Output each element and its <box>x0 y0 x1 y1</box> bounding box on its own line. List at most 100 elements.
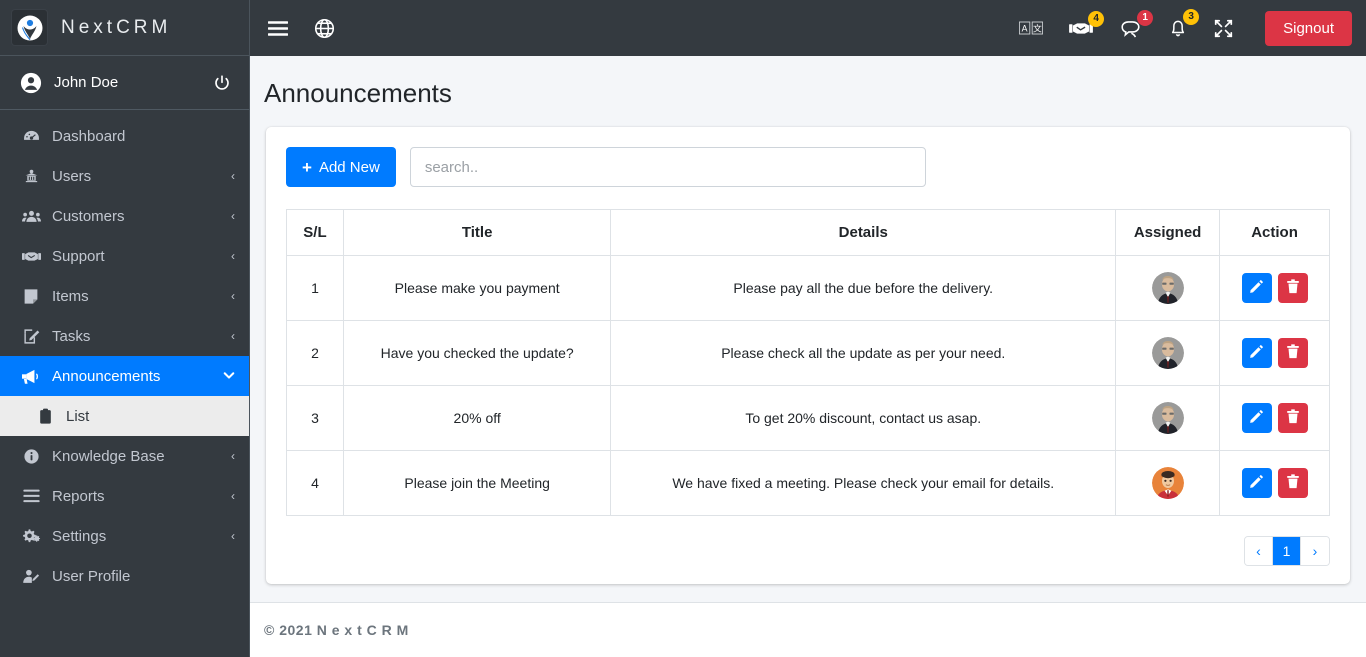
chevron-left-icon: ‹ <box>231 249 235 263</box>
sidebar-item-announcements[interactable]: Announcements <box>0 356 249 396</box>
sidebar-item-knowledge-base[interactable]: Knowledge Base ‹ <box>0 436 249 476</box>
svg-text:A: A <box>1022 23 1028 33</box>
avatar <box>1151 272 1184 304</box>
sidebar-item-user-profile[interactable]: User Profile <box>0 556 249 596</box>
sidebar-item-customers[interactable]: Customers ‹ <box>0 196 249 236</box>
avatar <box>1151 337 1184 369</box>
sidebar-item-tasks[interactable]: Tasks ‹ <box>0 316 249 356</box>
avatar <box>1151 402 1184 434</box>
edit-square-icon <box>20 328 42 345</box>
sidebar-user-name: John Doe <box>54 74 119 91</box>
pencil-icon <box>1249 279 1264 297</box>
sidebar-nav: Dashboard Users ‹ Customers ‹ Support ‹ … <box>0 110 249 596</box>
sidebar-item-items[interactable]: Items ‹ <box>0 276 249 316</box>
sidebar-item-label: Dashboard <box>52 127 126 145</box>
pagination-next[interactable]: › <box>1301 537 1329 565</box>
support-badge: 4 <box>1088 10 1105 27</box>
trash-icon <box>1286 279 1300 297</box>
support-handshake-icon[interactable]: 4 <box>1069 10 1105 37</box>
edit-button[interactable] <box>1241 338 1272 368</box>
cell-sl: 4 <box>286 450 344 516</box>
cell-action <box>1219 255 1330 321</box>
delete-button[interactable] <box>1277 403 1308 433</box>
user-circle-icon <box>20 72 42 94</box>
cell-action <box>1219 385 1330 451</box>
users-cog-icon <box>20 168 42 185</box>
table-row: 4 Please join the Meeting We have fixed … <box>286 450 1330 516</box>
brand-header[interactable]: NextCRM <box>0 0 249 56</box>
search-input[interactable] <box>409 147 926 187</box>
pencil-icon <box>1249 474 1264 492</box>
pagination-prev[interactable]: ‹ <box>1245 537 1273 565</box>
cell-sl: 2 <box>286 320 344 386</box>
sidebar-item-label: Announcements <box>52 367 161 385</box>
page-title: Announcements <box>264 78 452 108</box>
sidebar: NextCRM John Doe Dashboard Users ‹ Custo… <box>0 0 250 657</box>
pencil-icon <box>1249 409 1264 427</box>
content-wrapper: Announcements + Add New S/L <box>250 56 1366 657</box>
globe-icon[interactable] <box>314 18 335 39</box>
footer-copyright: © 2021 N e x t C R M <box>264 621 409 638</box>
hamburger-menu-icon[interactable] <box>268 20 288 37</box>
add-new-button[interactable]: + Add New <box>286 147 396 187</box>
user-edit-icon <box>20 568 42 585</box>
cell-action <box>1219 320 1330 386</box>
language-translate-icon[interactable]: A 文 <box>1019 20 1044 36</box>
column-header-assigned: Assigned <box>1115 209 1221 256</box>
sidebar-item-reports[interactable]: Reports ‹ <box>0 476 249 516</box>
brand-name: NextCRM <box>61 16 172 38</box>
cell-details: To get 20% discount, contact us asap. <box>610 385 1117 451</box>
pagination-page-1[interactable]: 1 <box>1273 537 1301 565</box>
cell-assigned <box>1115 255 1221 321</box>
chevron-left-icon: ‹ <box>231 209 235 223</box>
table-toolbar: + Add New <box>286 147 1330 187</box>
sidebar-item-support[interactable]: Support ‹ <box>0 236 249 276</box>
sidebar-item-dashboard[interactable]: Dashboard <box>0 116 249 156</box>
power-off-icon[interactable] <box>213 74 231 92</box>
expand-arrows-icon[interactable] <box>1214 19 1233 38</box>
delete-button[interactable] <box>1277 273 1308 303</box>
sidebar-item-label: Settings <box>52 527 107 545</box>
notifications-badge: 3 <box>1183 9 1200 25</box>
bell-icon[interactable]: 3 <box>1168 9 1200 38</box>
cell-details: Please pay all the due before the delive… <box>610 255 1117 321</box>
tachometer-icon <box>20 128 42 145</box>
handshake-icon <box>20 249 42 264</box>
signout-button[interactable]: Signout <box>1265 10 1352 46</box>
sidebar-item-settings[interactable]: Settings ‹ <box>0 516 249 556</box>
cell-title: 20% off <box>342 385 612 451</box>
chevron-left-icon: ‹ <box>231 449 235 463</box>
cell-details: We have fixed a meeting. Please check yo… <box>610 450 1117 516</box>
trash-icon <box>1286 344 1300 362</box>
edit-button[interactable] <box>1241 468 1272 498</box>
messages-comments-icon[interactable]: 1 <box>1119 9 1154 38</box>
avatar <box>1151 467 1184 499</box>
pencil-icon <box>1249 344 1264 362</box>
bars-icon <box>20 489 42 503</box>
sidebar-item-label: Tasks <box>52 327 91 345</box>
delete-button[interactable] <box>1277 338 1308 368</box>
edit-button[interactable] <box>1241 273 1272 303</box>
table-head: S/L Title Details Assigned Action <box>286 209 1330 256</box>
delete-button[interactable] <box>1277 468 1308 498</box>
info-circle-icon <box>20 448 42 465</box>
table-row: 2 Have you checked the update? Please ch… <box>286 320 1330 386</box>
sidebar-item-label: Reports <box>52 487 105 505</box>
footer: © 2021 N e x t C R M <box>250 601 1366 657</box>
main-area: A 文 4 1 3 Signout Announcements + Add Ne… <box>250 0 1366 657</box>
pagination: ‹ 1 › <box>286 536 1330 566</box>
svg-text:文: 文 <box>1033 22 1042 34</box>
column-header-action: Action <box>1219 209 1330 256</box>
sidebar-item-label: User Profile <box>52 567 131 585</box>
column-header-details: Details <box>610 209 1117 256</box>
sidebar-subitem-list[interactable]: List <box>0 396 249 436</box>
sidebar-item-label: Support <box>52 247 105 265</box>
bullhorn-icon <box>20 368 42 385</box>
sidebar-item-users[interactable]: Users ‹ <box>0 156 249 196</box>
cell-action <box>1219 450 1330 516</box>
nextcrm-logo-icon <box>12 10 47 45</box>
edit-button[interactable] <box>1241 403 1272 433</box>
sidebar-subitem-label: List <box>66 407 90 425</box>
cell-assigned <box>1115 320 1221 386</box>
sidebar-user-panel[interactable]: John Doe <box>0 56 249 110</box>
